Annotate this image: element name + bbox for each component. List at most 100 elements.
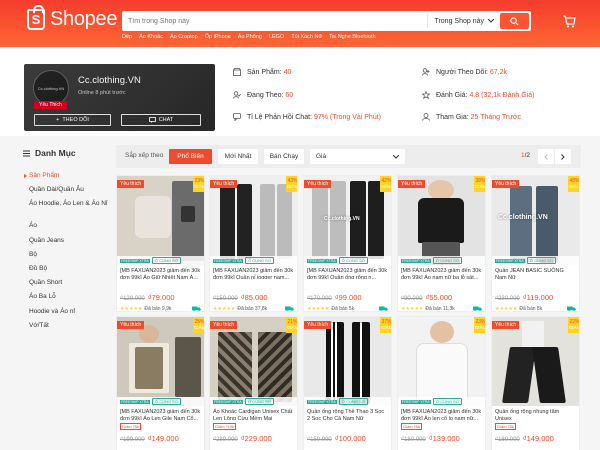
hot-keyword-link[interactable]: Tai Nghe Bluetooth [329,34,375,40]
garment-shape [181,206,195,222]
product-card[interactable]: Yêu thích 23% GIẢM FREESHIP XTRA Ở CÙNG SỐ [M… [116,175,205,312]
product-photo [117,176,204,265]
product-card[interactable]: Yêu thích 25% GIẢM FREESHIP XTRA Ở CÙNG SỐ [M… [116,316,205,450]
follow-label: THEO DÕI [62,117,89,123]
hot-keyword-link[interactable]: Áo Khoác [139,34,163,40]
page-total: /2 [524,152,531,159]
shipping-bar: FREESHIP XTRA Ở CÙNG SỐ [210,256,297,265]
garment-shape [175,337,201,397]
product-image[interactable]: Yêu thích 48% GIẢM FREESHIP XTRA Ở CÙNG SỐ Cc… [492,176,580,265]
sold-count: Đã bán 11,3k [425,306,455,312]
product-title[interactable]: [MB FAXUAN2023 giảm đến 30k đơn 99k] Quầ… [304,265,391,279]
product-title[interactable]: [MB FAXUAN2023 giảm đến 30k đơn 99k] Áo … [398,406,485,420]
chat-button[interactable]: CHAT [121,114,201,126]
product-card[interactable]: Yêu thích 43% GIẢM FREESHIP XTRA Ở CÙNG SỐ [M… [209,175,298,312]
freeship-tag: FREESHIP XTRA [307,399,337,404]
stat-label: Đánh Giá: [436,91,470,99]
voucher-row: Giảm ₫5k [398,420,485,430]
voucher-tag: Giảm ₫10k [213,423,237,430]
sold-count: Đã bán 9,9k [144,306,172,312]
search-button[interactable] [500,13,529,29]
original-price: ₫199.000 [120,437,145,443]
product-card[interactable]: Yêu thích 22% GIẢM Quần ống rộng nhung tăm … [491,316,580,450]
product-image[interactable]: Yêu thích 25% GIẢM FREESHIP XTRA Ở CÙNG SỐ [117,317,204,406]
favorite-tag: Yêu thích [210,321,238,329]
product-image[interactable]: Yêu thích 23% GIẢM FREESHIP XTRA Ở CÙNG SỐ [117,176,204,265]
hot-keyword-link[interactable]: Áo Phông [238,34,262,40]
hot-keyword-link[interactable]: Áo Croptop [170,34,198,40]
product-card[interactable]: Yêu thích 38% GIẢM FREESHIP XTRA Ở CÙNG SỐ [M… [397,175,486,312]
product-title[interactable]: Quần ống rộng nhung tăm Unisex [492,406,579,420]
product-image[interactable]: Yêu thích 42% GIẢM FREESHIP XTRA Ở CÙNG SỐ Cc… [304,176,391,265]
category-item[interactable]: Áo Hoodie, Áo Len & Áo Nỉ [29,200,107,222]
meta-row: ★★★★★ Đã bán 8k [492,302,579,312]
chat-rate-icon [233,113,241,121]
product-image[interactable]: Yêu thích 21% GIẢM FREESHIP XTRA Ở CÙNG SỐ [210,317,298,406]
discount-tag: 43% GIẢM [286,176,297,192]
discount-word: GIẢM [568,184,580,189]
product-image[interactable]: Yêu thích 43% GIẢM FREESHIP XTRA Ở CÙNG SỐ [210,176,297,265]
garment-shape [218,332,252,402]
product-title[interactable]: Quần JEAN BASIC SUÔNG Nam Nữ [492,265,579,279]
product-card[interactable]: Yêu thích 48% GIẢM FREESHIP XTRA Ở CÙNG SỐ Cc… [491,175,580,312]
shopee-logo[interactable]: S Shopee [27,5,117,31]
stat-value: 40 [283,68,292,76]
category-item[interactable]: Bộ [29,251,107,265]
product-image[interactable]: 23% GIẢM FREESHIP XTRA Ở CÙNG SỐ [398,317,485,406]
category-item[interactable]: Áo [29,222,107,236]
product-title[interactable]: [MB FAXUAN2023 giảm đến 30k đơn 99k] Áo … [398,265,485,279]
search-scope-dropdown[interactable]: Trong Shop này [427,14,500,28]
cart-button[interactable] [562,15,576,33]
shipping-bar: FREESHIP XTRA Ở CÙNG SỐ [304,397,391,406]
discount-word: GIẢM [286,325,298,330]
product-image[interactable]: Yêu thích 38% GIẢM FREESHIP XTRA Ở CÙNG SỐ [398,176,485,265]
search-input[interactable] [122,12,428,30]
prev-page-button[interactable] [538,149,554,164]
voucher-tag: Giảm ₫5k [401,423,422,430]
product-title[interactable]: [MB FAXUAN2023 giảm đến 30k đơn 99k] Quầ… [210,265,297,279]
hot-keyword-link[interactable]: Dép [122,34,132,40]
product-title[interactable]: Áo Khoác Cardigan Unisex Chất Len Lông C… [210,406,297,420]
category-item[interactable]: Quần Dài/Quần Âu [29,186,107,200]
sold-count: Đã bán 8k [519,306,543,312]
price-row: ₫90.000 ₫55.000 [398,289,485,302]
product-title[interactable]: Quần ống rộng Thể Thao 3 Sọc 2 Sọc Cho C… [304,406,391,420]
sort-newest-button[interactable]: Mới Nhất [218,149,258,164]
shipping-bar: FREESHIP XTRA Ở CÙNG SỐ [398,397,485,406]
chat-label: CHAT [158,117,174,123]
original-price: ₫180.000 [401,437,426,443]
follow-button[interactable]: + THEO DÕI [34,114,111,126]
hot-keyword-link[interactable]: Ốp iPhone [205,34,231,40]
next-page-button[interactable] [555,149,571,164]
original-price: ₫150.000 [213,296,238,302]
category-item[interactable]: Quần Jeans [29,237,107,251]
garment-shape [510,186,532,262]
meta-row [492,443,579,447]
product-card[interactable]: Yêu thích 37% GIẢM FREESHIP XTRA Ở CÙNG SỐ Qu… [303,316,392,450]
product-title[interactable]: [MB FAXUAN2023 giảm đến 30k đơn 99k] Áo … [117,406,204,420]
product-card[interactable]: Yêu thích 42% GIẢM FREESHIP XTRA Ở CÙNG SỐ Cc… [303,175,392,312]
price-row: ₫199.000 ₫149.000 [117,430,204,443]
freeship-tag: FREESHIP XTRA [120,258,150,263]
product-image[interactable]: Yêu thích 37% GIẢM FREESHIP XTRA Ở CÙNG SỐ [304,317,391,406]
sort-bestseller-button[interactable]: Bán Chạy [264,149,304,164]
plus-icon: + [56,117,60,123]
hot-keyword-link[interactable]: LEGO [269,34,284,40]
category-item[interactable]: Sản Phẩm [23,172,107,186]
category-item[interactable]: Quần Short [29,279,107,293]
discount-tag: 22% GIẢM [568,317,579,333]
product-title[interactable]: [MB FAXUAN2023 giảm đến 30k đơn 99k] Áo … [117,265,204,279]
price-sort-select[interactable]: Giá [310,149,405,164]
rating-stars-icon: ★★★★★ [120,306,143,312]
product-card[interactable]: Yêu thích 21% GIẢM FREESHIP XTRA Ở CÙNG SỐ Áo… [209,316,298,450]
hot-keyword-link[interactable]: Túi Xách Nữ [291,34,322,40]
category-item[interactable]: Vớ/Tất [29,322,107,336]
sort-popular-button[interactable]: Phổ Biến [169,149,212,164]
favorite-tag: Yêu thích [492,180,520,188]
product-card[interactable]: 23% GIẢM FREESHIP XTRA Ở CÙNG SỐ [MB FAXUAN2… [397,316,486,450]
category-item[interactable]: Áo Ba Lỗ [29,293,107,307]
category-item[interactable]: Hoodie và Áo nỉ [29,308,107,322]
discount-tag: 37% GIẢM [380,317,391,333]
category-item[interactable]: Đồ Bộ [29,265,107,279]
product-image[interactable]: Yêu thích 22% GIẢM [492,317,579,406]
